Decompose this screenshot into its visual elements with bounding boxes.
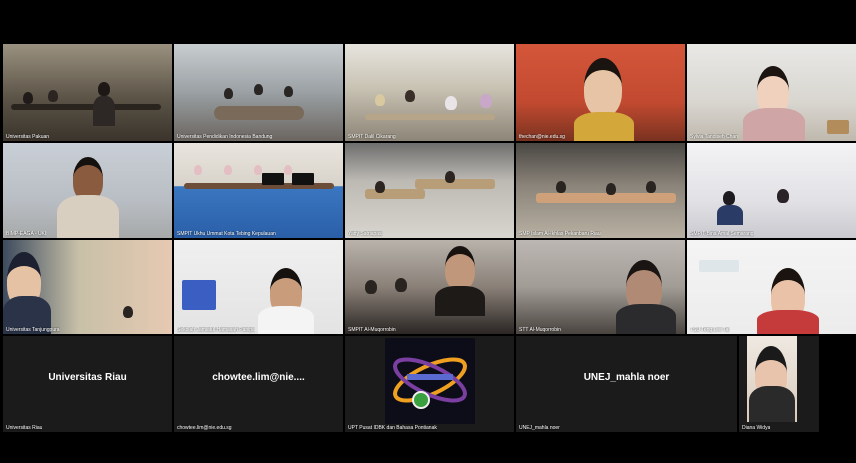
video-feed [3,44,172,141]
organization-logo [385,338,475,424]
participant-tile[interactable]: SMPIT Al-Muqorrobin [345,240,514,334]
video-grid: Universitas Pakuan Universitas Pendidika… [3,44,856,432]
video-feed [174,44,343,141]
participant-name: SMP Islam Al-Ikhlas Pekanbaru Riau [519,231,601,237]
participant-name: Universitas Pendidikan Indonesia Bandung [177,134,273,140]
participant-tile[interactable]: Universitas Pendidikan Indonesia Bandung [174,44,343,141]
participant-display-name: Universitas Riau [48,372,127,383]
participant-name: chowtee.lim@nie.edu.sg [177,425,232,431]
video-feed [747,336,797,422]
video-feed [516,143,685,238]
video-feed [3,240,172,334]
video-feed [687,143,856,238]
video-feed [174,240,343,334]
participant-name: Yatty Satriapasi [348,231,383,237]
participant-tile[interactable]: Universitas Riau Universitas Riau [3,336,172,432]
participant-tile[interactable]: STT Al-Muqorrobin [516,240,685,334]
participant-tile[interactable]: UNEJ_mahla noer UNEJ_mahla noer [516,336,737,432]
participant-name: UPT Pusat IDBK dan Bahasa Pontianak [348,425,437,431]
participant-tile[interactable]: SMPIT Bina Amal Semarang [687,143,856,238]
participant-tile[interactable]: SMPIT Ukhu Ummat Kota Tebing Kepulauan [174,143,343,238]
participant-name: Universitas Tanjungpura [6,327,60,333]
participant-name: SMPIT Ukhu Ummat Kota Tebing Kepulauan [177,231,276,237]
participant-name: SMPIT Al-Muqorrobin [348,327,396,333]
participant-name: SMPIT Bina Amal Semarang [690,231,754,237]
participant-tile[interactable]: SMPIT Dalil Cikarang [345,44,514,141]
participant-name: UNEJ_mahla noer [519,425,560,431]
participant-display-name: chowtee.lim@nie.... [212,372,305,383]
participant-name: Sekolah Jamiatul Hamasah Panipa [177,327,255,333]
participant-tile[interactable]: TSU Teng Lee Tai [687,240,856,334]
video-feed [345,143,514,238]
participant-display-name: UNEJ_mahla noer [583,372,670,383]
participant-name: Sylvia Tandiseh Chan [690,134,738,140]
video-feed [174,143,343,238]
participant-name: SMPIT Dalil Cikarang [348,134,396,140]
participant-name: Universitas Pakuan [6,134,50,140]
video-feed [687,240,856,334]
participant-name: BIMP-EAGA - UKI [6,231,47,237]
participant-tile[interactable]: chowtee.lim@nie.... chowtee.lim@nie.edu.… [174,336,343,432]
participant-tile[interactable]: Sekolah Jamiatul Hamasah Panipa [174,240,343,334]
participant-tile[interactable]: SMP Islam Al-Ikhlas Pekanbaru Riau [516,143,685,238]
video-feed [516,44,685,141]
participant-tile[interactable]: thechan@nie.edu.sg [516,44,685,141]
participant-tile[interactable]: Sylvia Tandiseh Chan [687,44,856,141]
participant-name: thechan@nie.edu.sg [519,134,565,140]
participant-name: STT Al-Muqorrobin [519,327,561,333]
video-feed [345,240,514,334]
video-feed [687,44,856,141]
participant-name: Universitas Riau [6,425,43,431]
participant-tile[interactable]: Universitas Pakuan [3,44,172,141]
participant-tile[interactable]: Universitas Tanjungpura [3,240,172,334]
participant-tile[interactable]: Diana Widya [739,336,819,432]
video-feed [516,240,685,334]
participant-name: TSU Teng Lee Tai [690,327,730,333]
video-feed [345,44,514,141]
participant-tile[interactable]: UPT Pusat IDBK dan Bahasa Pontianak [345,336,514,432]
video-feed [3,143,172,238]
participant-name: Diana Widya [742,425,771,431]
participant-tile[interactable]: BIMP-EAGA - UKI [3,143,172,238]
participant-tile[interactable]: Yatty Satriapasi [345,143,514,238]
